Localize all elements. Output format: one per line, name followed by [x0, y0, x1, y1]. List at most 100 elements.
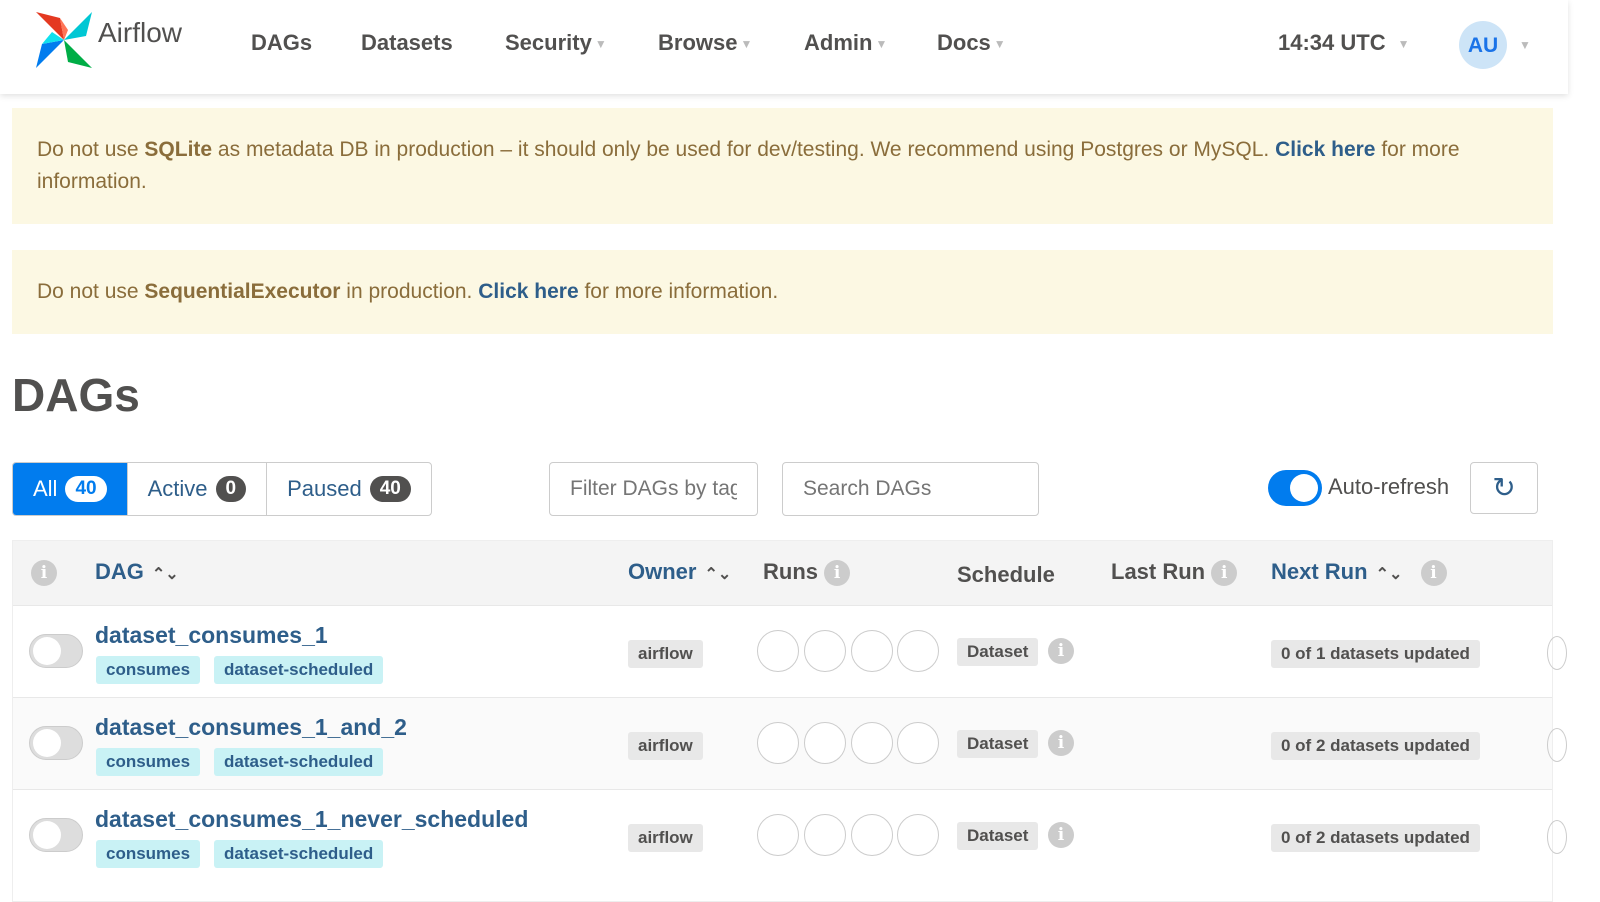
owner-badge[interactable]: airflow [628, 732, 703, 760]
info-icon[interactable]: i [824, 560, 851, 587]
tag-badge[interactable]: consumes [96, 840, 201, 868]
table-row: dataset_consumes_1 consumes dataset-sche… [13, 605, 1567, 697]
auto-refresh-label: Auto-refresh [1328, 474, 1450, 499]
schedule-badge[interactable]: Dataset [957, 730, 1039, 758]
tab-label: Paused [287, 476, 362, 501]
tag-badge[interactable]: consumes [96, 656, 201, 684]
run-status-circle[interactable] [804, 630, 846, 672]
nav-browse[interactable]: Browse ▼ [658, 30, 752, 56]
header-runs: Runs i [763, 559, 851, 587]
table-row: dataset_consumes_1_and_2 consumes datase… [13, 697, 1567, 789]
tag-filter-input[interactable] [549, 462, 758, 516]
brand-name: Airflow [98, 17, 183, 48]
alert-bold: SequentialExecutor [144, 280, 341, 303]
alert-text: as metadata DB in production – it should… [212, 138, 1276, 161]
schedule-badge[interactable]: Dataset [957, 822, 1039, 850]
nav-security[interactable]: Security ▼ [505, 30, 607, 56]
nav-admin[interactable]: Admin ▼ [804, 30, 887, 56]
info-icon[interactable]: i [1048, 638, 1074, 664]
alert-bold: SQLite [144, 138, 213, 161]
info-icon[interactable]: i [1048, 822, 1074, 848]
info-icon[interactable]: i [1211, 560, 1238, 587]
alert-text: Do not use [37, 280, 145, 303]
run-status-circle[interactable] [897, 630, 939, 672]
tag-badge[interactable]: dataset-scheduled [214, 840, 384, 868]
run-status-circle[interactable] [851, 630, 893, 672]
run-status-circle[interactable] [757, 722, 799, 764]
tab-all[interactable]: All 40 [13, 463, 128, 515]
tab-paused[interactable]: Paused 40 [267, 463, 431, 515]
info-icon[interactable]: i [1420, 560, 1447, 587]
schedule-badge[interactable]: Dataset [957, 638, 1039, 666]
run-status-circle[interactable] [851, 722, 893, 764]
caret-down-icon[interactable]: ▼ [1519, 38, 1531, 52]
info-icon[interactable]: i [1048, 730, 1074, 756]
refresh-button[interactable]: ↻ [1470, 462, 1538, 514]
nav-datasets[interactable]: Datasets [361, 30, 453, 56]
next-run-badge: 0 of 2 datasets updated [1271, 732, 1480, 760]
count-badge: 40 [369, 476, 411, 502]
run-status-circle[interactable] [804, 722, 846, 764]
alert-text: in production. [340, 280, 479, 303]
airflow-logo[interactable]: Airflow [34, 10, 182, 70]
pause-toggle[interactable] [29, 726, 83, 760]
caret-down-icon: ▼ [740, 37, 753, 52]
status-filter-tabs: All 40 Active 0 Paused 40 [12, 462, 432, 516]
pause-toggle[interactable] [29, 818, 83, 852]
dags-table: i DAG ⌃⌄ Owner ⌃⌄ Runs i Schedule Last Run… [12, 540, 1567, 902]
click-here-link[interactable]: Click here [1275, 138, 1375, 161]
nav-label: Docs [937, 30, 991, 55]
navbar: Airflow DAGs Datasets Security ▼ Browse ▼ … [0, 0, 1568, 94]
tag-badge[interactable]: dataset-scheduled [214, 656, 384, 684]
actions-circle[interactable] [1547, 820, 1567, 854]
caret-down-icon: ▼ [594, 37, 607, 52]
pause-toggle[interactable] [29, 634, 83, 668]
nav-label: Browse [658, 30, 738, 55]
sort-icon: ⌃⌄ [151, 566, 179, 583]
tab-label: All [33, 476, 58, 501]
header-next-run[interactable]: Next Run ⌃⌄ i [1271, 559, 1447, 587]
run-status-circle[interactable] [757, 814, 799, 856]
header-label: Last Run [1111, 559, 1206, 584]
header-label: Owner [628, 559, 697, 584]
search-dags-input[interactable] [782, 462, 1039, 516]
header-schedule: Schedule [957, 562, 1055, 587]
dag-link[interactable]: dataset_consumes_1_and_2 [95, 714, 407, 741]
dag-link[interactable]: dataset_consumes_1 [95, 622, 328, 649]
nav-docs[interactable]: Docs ▼ [937, 30, 1006, 56]
run-status-circle[interactable] [757, 630, 799, 672]
caret-down-icon: ▼ [993, 37, 1006, 52]
info-icon[interactable]: i [31, 560, 57, 586]
user-avatar[interactable]: AU [1459, 21, 1507, 69]
actions-circle[interactable] [1547, 728, 1567, 762]
timezone-dropdown[interactable]: 14:34 UTC ▼ [1278, 30, 1409, 56]
tab-active[interactable]: Active 0 [128, 463, 268, 515]
alert-text: Do not use [37, 138, 145, 161]
nav-label: Admin [804, 30, 873, 55]
pinwheel-icon [36, 12, 92, 68]
tag-badge[interactable]: dataset-scheduled [214, 748, 384, 776]
caret-down-icon: ▼ [875, 37, 888, 52]
header-last-run: Last Run i [1111, 559, 1238, 587]
dag-link[interactable]: dataset_consumes_1_never_scheduled [95, 806, 528, 833]
sqlite-warning: Do not use SQLite as metadata DB in prod… [12, 108, 1553, 224]
executor-warning: Do not use SequentialExecutor in product… [12, 250, 1553, 334]
nav-dags[interactable]: DAGs [251, 30, 312, 56]
nav-label: Security [505, 30, 592, 55]
header-dag[interactable]: DAG ⌃⌄ [95, 559, 179, 585]
run-status-circle[interactable] [897, 722, 939, 764]
auto-refresh-toggle[interactable] [1268, 470, 1322, 506]
sort-icon: ⌃⌄ [1375, 566, 1403, 583]
tag-badge[interactable]: consumes [96, 748, 201, 776]
owner-badge[interactable]: airflow [628, 824, 703, 852]
time-label: 14:34 UTC [1278, 30, 1386, 55]
run-status-circle[interactable] [804, 814, 846, 856]
click-here-link[interactable]: Click here [478, 280, 578, 303]
run-status-circle[interactable] [851, 814, 893, 856]
sort-icon: ⌃⌄ [704, 566, 732, 583]
actions-circle[interactable] [1547, 636, 1567, 670]
run-status-circle[interactable] [897, 814, 939, 856]
header-owner[interactable]: Owner ⌃⌄ [628, 559, 731, 585]
header-label: Next Run [1271, 559, 1368, 584]
owner-badge[interactable]: airflow [628, 640, 703, 668]
